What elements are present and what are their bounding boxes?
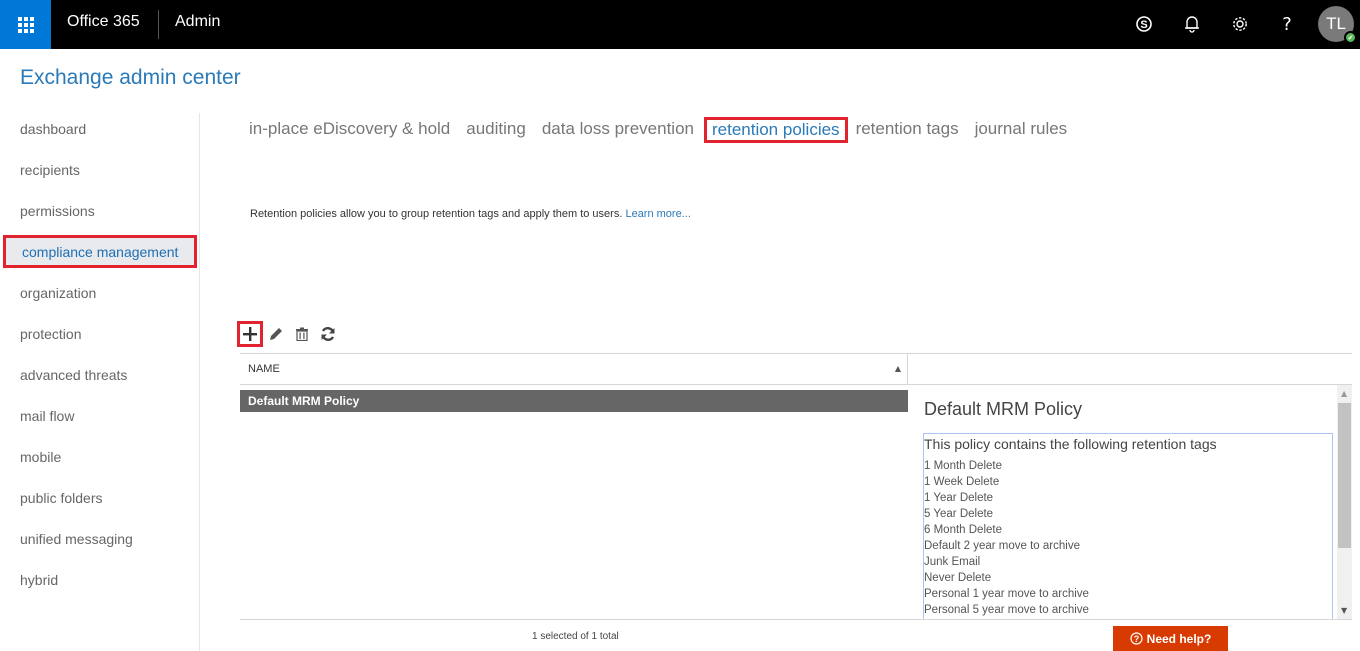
tag-item: 1 Month Delete — [924, 460, 1002, 472]
presence-available-icon: ✔ — [1344, 31, 1357, 44]
details-header — [908, 353, 1352, 385]
edit-icon — [270, 328, 282, 340]
sidebar-item-recipients[interactable]: recipients — [20, 162, 80, 178]
sidebar-item-mail-flow[interactable]: mail flow — [20, 408, 74, 424]
retention-tags-box: This policy contains the following reten… — [923, 433, 1333, 619]
edit-button[interactable] — [263, 321, 289, 347]
sidebar-item-organization[interactable]: organization — [20, 285, 96, 301]
tag-item: Never Delete — [924, 572, 992, 584]
sidebar-item-advanced-threats[interactable]: advanced threats — [20, 367, 127, 383]
svg-text:?: ? — [1133, 634, 1139, 644]
tag-item: Personal 1 year move to archive — [924, 588, 1089, 600]
tag-item: 1 Week Delete — [924, 476, 1000, 488]
sidebar-item-compliance-management[interactable]: compliance management — [3, 235, 197, 268]
sidebar-item-unified-messaging[interactable]: unified messaging — [20, 531, 133, 547]
need-help-button[interactable]: ? Need help? — [1113, 626, 1228, 651]
toolbar — [237, 320, 341, 348]
svg-text:S: S — [1140, 19, 1147, 31]
description-text: Retention policies allow you to group re… — [250, 208, 623, 220]
sidebar-item-protection[interactable]: protection — [20, 326, 81, 342]
skype-icon: S — [1136, 16, 1152, 32]
tag-item: Personal 5 year move to archive — [924, 604, 1089, 616]
add-icon — [243, 327, 257, 341]
sidebar-item-dashboard[interactable]: dashboard — [20, 121, 86, 137]
tag-item: 6 Month Delete — [924, 524, 1002, 536]
tab-data-loss-prevention[interactable]: data loss prevention — [542, 117, 694, 143]
footer-divider — [240, 619, 1352, 620]
details-title: Default MRM Policy — [924, 399, 1083, 419]
add-button[interactable] — [237, 321, 263, 347]
sidebar-item-hybrid[interactable]: hybrid — [20, 572, 58, 588]
tab-journal-rules[interactable]: journal rules — [975, 117, 1068, 143]
scrollbar-thumb[interactable] — [1338, 403, 1351, 548]
skype-button[interactable]: S — [1129, 10, 1159, 38]
bell-icon — [1185, 16, 1199, 33]
tag-item: Default 2 year move to archive — [924, 540, 1080, 552]
waffle-icon — [17, 16, 34, 33]
help-button[interactable]: ? — [1272, 10, 1302, 38]
name-column-header[interactable]: NAME ▲ — [240, 353, 908, 385]
selection-status: 1 selected of 1 total — [532, 631, 619, 642]
scroll-down-icon[interactable]: ▼ — [1341, 606, 1347, 615]
tag-item: 5 Year Delete — [924, 508, 994, 520]
tag-item: Junk Email — [924, 556, 981, 568]
office-365-brand[interactable]: Office 365 — [67, 13, 140, 31]
sidebar-item-permissions[interactable]: permissions — [20, 203, 95, 219]
delete-icon — [296, 327, 308, 341]
details-scrollbar[interactable]: ▲ ▼ — [1337, 385, 1352, 619]
sidebar: dashboard recipients permissions complia… — [0, 113, 200, 651]
top-bar: Office 365 Admin S ? TL ✔ — [0, 0, 1360, 49]
table-row[interactable]: Default MRM Policy — [240, 390, 908, 412]
sidebar-item-mobile[interactable]: mobile — [20, 449, 61, 465]
need-help-label: Need help? — [1146, 631, 1212, 646]
details-pane: Default MRM Policy This policy contains … — [908, 385, 1352, 619]
refresh-button[interactable] — [315, 321, 341, 347]
avatar-initials: TL — [1326, 14, 1346, 33]
help-circle-icon: ? — [1130, 632, 1143, 645]
page-title: Exchange admin center — [20, 66, 241, 89]
avatar[interactable]: TL ✔ — [1318, 6, 1357, 44]
refresh-icon — [321, 327, 335, 341]
scroll-up-icon[interactable]: ▲ — [1341, 389, 1347, 398]
header-divider — [158, 10, 159, 39]
notifications-button[interactable] — [1177, 10, 1207, 38]
page-description: Retention policies allow you to group re… — [250, 208, 691, 220]
sidebar-item-public-folders[interactable]: public folders — [20, 490, 103, 506]
tag-item: 1 Year Delete — [924, 492, 994, 504]
sort-ascending-icon: ▲ — [894, 364, 901, 373]
settings-button[interactable] — [1225, 10, 1255, 38]
delete-button[interactable] — [289, 321, 315, 347]
tab-auditing[interactable]: auditing — [466, 117, 526, 143]
policy-name: Default MRM Policy — [248, 394, 360, 408]
app-launcher-button[interactable] — [0, 0, 51, 49]
tab-retention-tags[interactable]: retention tags — [856, 117, 959, 143]
tab-in-place-ediscovery-hold[interactable]: in-place eDiscovery & hold — [249, 117, 450, 143]
tab-retention-policies[interactable]: retention policies — [703, 117, 848, 143]
help-icon: ? — [1282, 13, 1292, 35]
learn-more-link[interactable]: Learn more... — [625, 208, 690, 220]
app-name[interactable]: Admin — [175, 13, 220, 31]
gear-icon — [1233, 17, 1247, 31]
tags-intro: This policy contains the following reten… — [924, 436, 1217, 452]
column-name-label: NAME — [248, 363, 280, 375]
tab-bar: in-place eDiscovery & hold auditing data… — [249, 117, 1083, 143]
